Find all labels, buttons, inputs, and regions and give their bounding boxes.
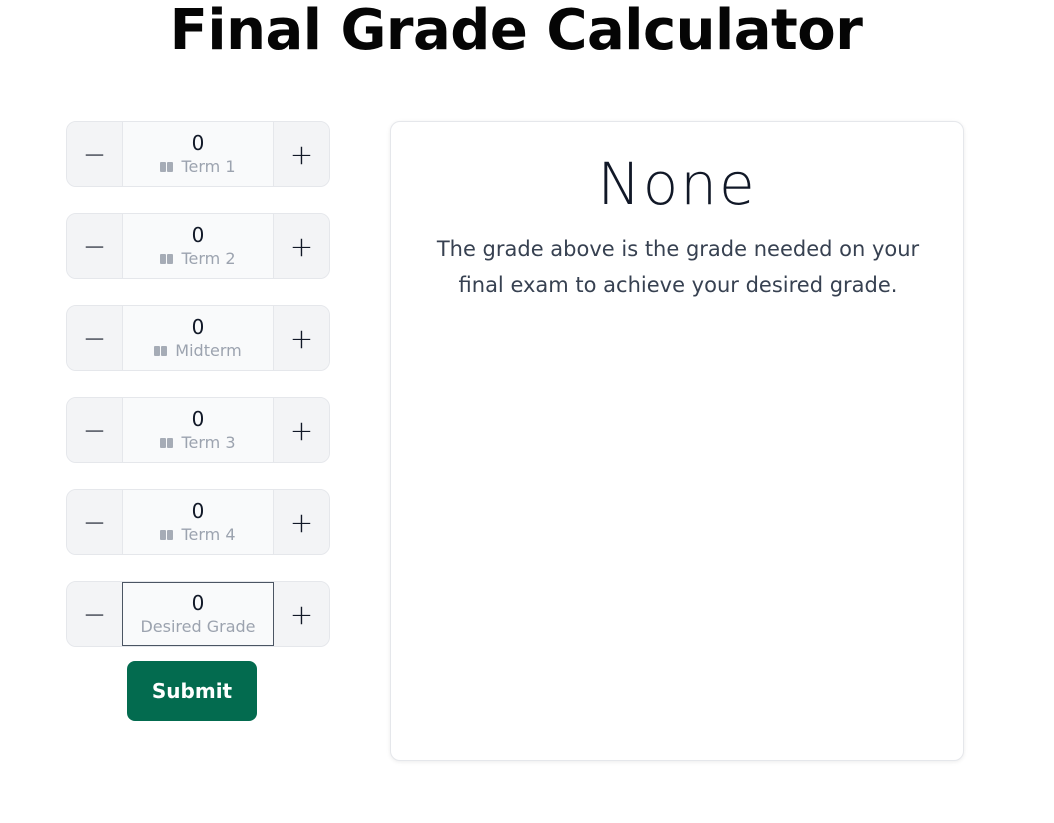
stepper-label: Desired Grade xyxy=(140,616,256,636)
midterm-stepper: − 0 Midterm + xyxy=(66,305,330,371)
stepper-value: 0 xyxy=(191,406,205,431)
term-1-stepper: − 0 Term 1 + xyxy=(66,121,330,187)
term-3-stepper: − 0 Term 3 + xyxy=(66,397,330,463)
term-3-field[interactable]: 0 Term 3 xyxy=(122,398,274,462)
midterm-field[interactable]: 0 Midterm xyxy=(122,306,274,370)
required-grade-value: None xyxy=(597,150,757,218)
term-2-field[interactable]: 0 Term 2 xyxy=(122,214,274,278)
increment-button[interactable]: + xyxy=(274,122,329,186)
stepper-value: 0 xyxy=(191,314,205,339)
book-icon xyxy=(154,345,169,356)
desired-grade-field[interactable]: 0 Desired Grade xyxy=(122,582,274,646)
stepper-label: Term 2 xyxy=(181,248,236,268)
increment-button[interactable]: + xyxy=(274,306,329,370)
decrement-button[interactable]: − xyxy=(67,122,122,186)
grade-steppers: − 0 Term 1 + − 0 Term 2 + − 0 Midterm + … xyxy=(66,121,330,673)
decrement-button[interactable]: − xyxy=(67,582,122,646)
book-icon xyxy=(160,529,175,540)
result-explanation: The grade above is the grade needed on y… xyxy=(436,237,920,297)
result-card: None The grade above is the grade needed… xyxy=(390,121,964,761)
stepper-value: 0 xyxy=(191,590,205,615)
increment-button[interactable]: + xyxy=(274,214,329,278)
stepper-value: 0 xyxy=(191,498,205,523)
stepper-value: 0 xyxy=(191,222,205,247)
term-4-stepper: − 0 Term 4 + xyxy=(66,489,330,555)
book-icon xyxy=(160,437,175,448)
decrement-button[interactable]: − xyxy=(67,490,122,554)
stepper-label: Midterm xyxy=(175,340,242,360)
decrement-button[interactable]: − xyxy=(67,306,122,370)
page-title: Final Grade Calculator xyxy=(169,0,863,63)
term-4-field[interactable]: 0 Term 4 xyxy=(122,490,274,554)
stepper-value: 0 xyxy=(191,130,205,155)
stepper-label: Term 4 xyxy=(181,524,236,544)
submit-button[interactable]: Submit xyxy=(127,661,257,721)
desired-grade-stepper: − 0 Desired Grade + xyxy=(66,581,330,647)
book-icon xyxy=(160,253,175,264)
stepper-label: Term 1 xyxy=(181,156,236,176)
term-2-stepper: − 0 Term 2 + xyxy=(66,213,330,279)
decrement-button[interactable]: − xyxy=(67,214,122,278)
decrement-button[interactable]: − xyxy=(67,398,122,462)
increment-button[interactable]: + xyxy=(274,398,329,462)
book-icon xyxy=(160,161,175,172)
stepper-label: Term 3 xyxy=(181,432,236,452)
increment-button[interactable]: + xyxy=(274,490,329,554)
term-1-field[interactable]: 0 Term 1 xyxy=(122,122,274,186)
increment-button[interactable]: + xyxy=(274,582,329,646)
